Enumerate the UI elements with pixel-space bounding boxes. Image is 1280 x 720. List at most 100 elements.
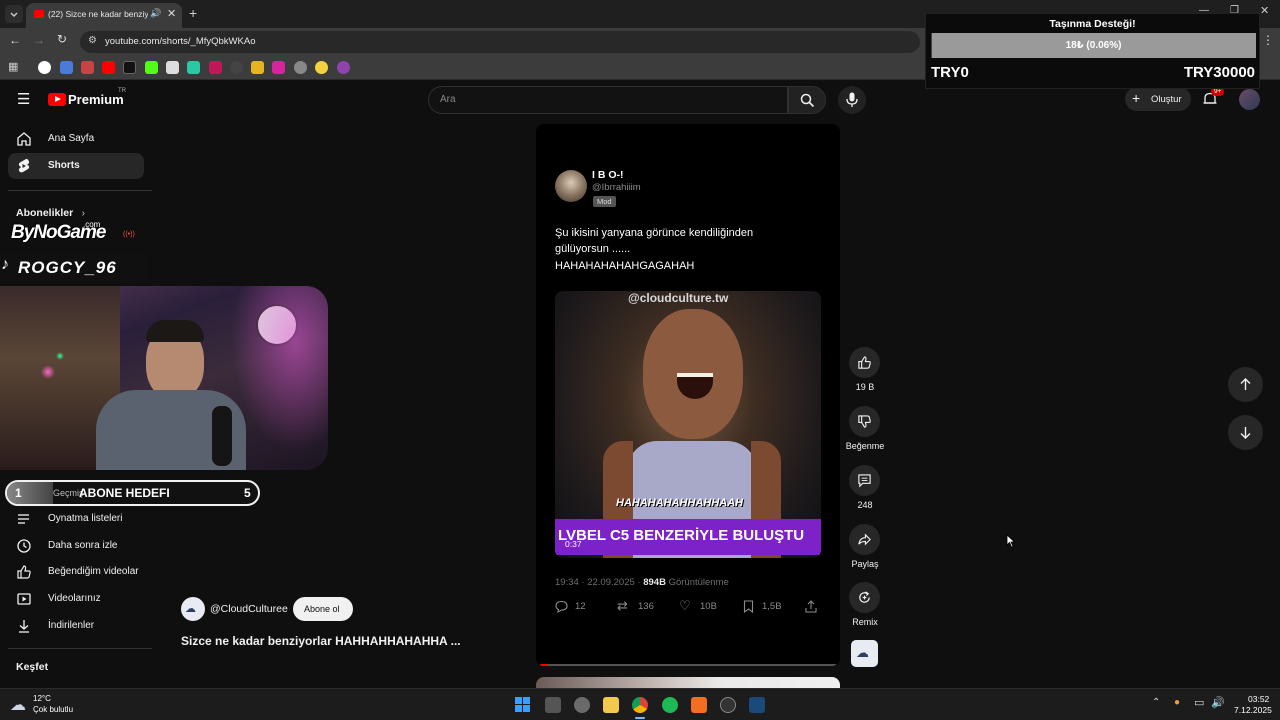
bookmark-icon[interactable] (60, 61, 73, 74)
bookmark-icon[interactable] (166, 61, 179, 74)
back-icon[interactable]: ← (9, 33, 21, 47)
volume-icon[interactable]: 🔊 (1211, 696, 1225, 709)
search-input[interactable]: Ara (428, 86, 788, 114)
video-banner-text: LVBEL C5 BENZERİYLE BULUŞTU (558, 527, 805, 544)
subscriptions-label: Abonelikler (16, 207, 74, 219)
bookmark-icon[interactable] (251, 61, 264, 74)
audio-playing-icon[interactable]: 🔊 (150, 8, 161, 19)
dislike-button[interactable] (849, 406, 880, 437)
like-button[interactable] (849, 347, 880, 378)
donation-progress-text: 18₺ (0.06%) (1065, 40, 1122, 51)
donation-progress-track: 18₺ (0.06%) (931, 33, 1256, 58)
tiktok-icon: ♪ (1, 256, 9, 273)
mic-tray-icon[interactable]: ● (1174, 697, 1180, 708)
close-window-button[interactable]: ✕ (1260, 4, 1269, 17)
sidebar-item-downloads[interactable]: İndirilenler (8, 613, 144, 639)
download-icon (19, 620, 29, 633)
comments-button[interactable] (849, 465, 880, 496)
photoshop-icon[interactable] (749, 697, 765, 713)
channel-avatar[interactable]: ☁ (181, 597, 205, 621)
tab-close-icon[interactable]: ✕ (167, 7, 176, 20)
channel-name[interactable]: @CloudCulturee (210, 603, 288, 615)
spotify-icon[interactable] (662, 697, 678, 713)
app-icon[interactable] (574, 697, 590, 713)
new-tab-button[interactable]: + (189, 5, 197, 21)
weather-widget[interactable]: ☁ 12°C Çok bulutlu (10, 692, 100, 718)
file-explorer-icon[interactable] (603, 697, 619, 713)
sidebar-item-shorts[interactable]: Shorts (8, 153, 144, 179)
bookmark-icon[interactable] (209, 61, 222, 74)
short-title[interactable]: Sizce ne kadar benziyorlar HAHHAHHAHAHHA… (181, 634, 461, 648)
video-icon (17, 593, 31, 605)
app-icon[interactable] (691, 697, 707, 713)
hamburger-menu-icon[interactable]: ☰ (17, 90, 30, 108)
avatar[interactable] (1239, 89, 1260, 110)
kick-bookmark-icon[interactable] (145, 61, 158, 74)
next-short-button[interactable] (1228, 415, 1263, 450)
tiktok-handle-overlay: ♪ ROGCY_96 (0, 252, 146, 282)
sidebar-item-your-videos[interactable]: Videolarınız (8, 586, 144, 612)
remix-button[interactable] (849, 582, 880, 613)
bookmark-icon[interactable] (187, 61, 200, 74)
tweet-avatar (555, 170, 587, 202)
forward-icon[interactable]: → (33, 33, 45, 47)
shorts-icon (18, 158, 30, 173)
short-player[interactable]: I B O-! @Ibrrahiiim Mod Şu ikisini yanya… (536, 124, 840, 666)
logo-region: TR (118, 88, 126, 94)
share-button[interactable] (849, 524, 880, 555)
notifications-button[interactable]: 9+ (1202, 87, 1225, 109)
bookmark-icon[interactable] (315, 61, 328, 74)
search-placeholder: Ara (440, 94, 456, 105)
thumbs-down-icon (858, 415, 871, 428)
embedded-video[interactable]: @cloudculture.tw HAHAHAHAHHAHHAAH LVBEL … (555, 291, 821, 558)
tweet-views: 894B (643, 577, 666, 588)
browser-menu-icon[interactable]: ⋮ (1262, 33, 1274, 47)
led-lights (30, 316, 90, 396)
network-icon[interactable]: ▭ (1194, 696, 1204, 709)
bookmark-icon[interactable] (81, 61, 94, 74)
site-info-icon[interactable]: ⚙ (88, 35, 97, 46)
tiktok-bookmark-icon[interactable] (123, 61, 136, 74)
next-short-preview[interactable] (536, 677, 840, 688)
voice-search-button[interactable] (838, 86, 866, 114)
previous-short-button[interactable] (1228, 367, 1263, 402)
cloud-logo-icon: ☁ (185, 603, 196, 615)
search-button[interactable] (788, 86, 826, 114)
clock-time[interactable]: 03:52 (1248, 694, 1269, 704)
sidebar-item-watch-later[interactable]: Daha sonra izle (8, 533, 144, 559)
bookmark-icon[interactable] (230, 61, 243, 74)
tab-list-button[interactable] (5, 5, 23, 23)
bookmark-icon[interactable] (294, 61, 307, 74)
google-bookmark-icon[interactable] (38, 61, 51, 74)
sidebar-item-playlists[interactable]: Oynatma listeleri (8, 506, 144, 532)
address-bar[interactable]: ⚙ youtube.com/shorts/_MfyQbkWKAo (80, 31, 920, 53)
windows-logo-icon (515, 697, 522, 704)
create-button[interactable]: + Oluştur (1125, 87, 1191, 111)
goal-current: 1 (15, 486, 22, 500)
browser-tab-active[interactable]: (22) Sizce ne kadar benziyo 🔊 ✕ (26, 3, 182, 28)
chrome-icon[interactable] (632, 697, 648, 713)
arrow-up-icon (1240, 378, 1251, 390)
instagram-bookmark-icon[interactable] (272, 61, 285, 74)
sidebar-item-label: İndirilenler (48, 620, 95, 631)
reload-icon[interactable]: ↻ (57, 32, 67, 46)
apps-grid-icon[interactable]: ▦ (8, 60, 18, 73)
sound-channel-thumbnail[interactable]: ☁ (851, 640, 878, 667)
short-progress-track[interactable] (540, 664, 836, 666)
subscribe-button[interactable]: Abone ol (293, 597, 353, 621)
youtube-bookmark-icon[interactable] (102, 61, 115, 74)
sidebar-item-label: Ana Sayfa (48, 133, 95, 144)
start-button[interactable] (515, 697, 531, 713)
tray-overflow-icon[interactable]: ⌃ (1152, 697, 1160, 708)
retweet-icon: ⇄ (617, 598, 628, 613)
app-icon[interactable] (720, 697, 736, 713)
clock-date[interactable]: 7.12.2025 (1234, 705, 1272, 715)
subscriber-goal-bar: 1 Geçmiş ABONE HEDEFI 5 (5, 480, 260, 506)
reply-icon (555, 600, 568, 613)
sidebar-item-liked-videos[interactable]: Beğendiğim videolar (8, 559, 144, 585)
bookmark-icon[interactable] (337, 61, 350, 74)
bynogame-watermark: ByNoGame .com (11, 220, 106, 244)
task-view-icon[interactable] (545, 697, 561, 713)
subscriptions-heading[interactable]: Abonelikler › (16, 203, 85, 221)
sidebar-item-home[interactable]: Ana Sayfa (8, 126, 144, 152)
